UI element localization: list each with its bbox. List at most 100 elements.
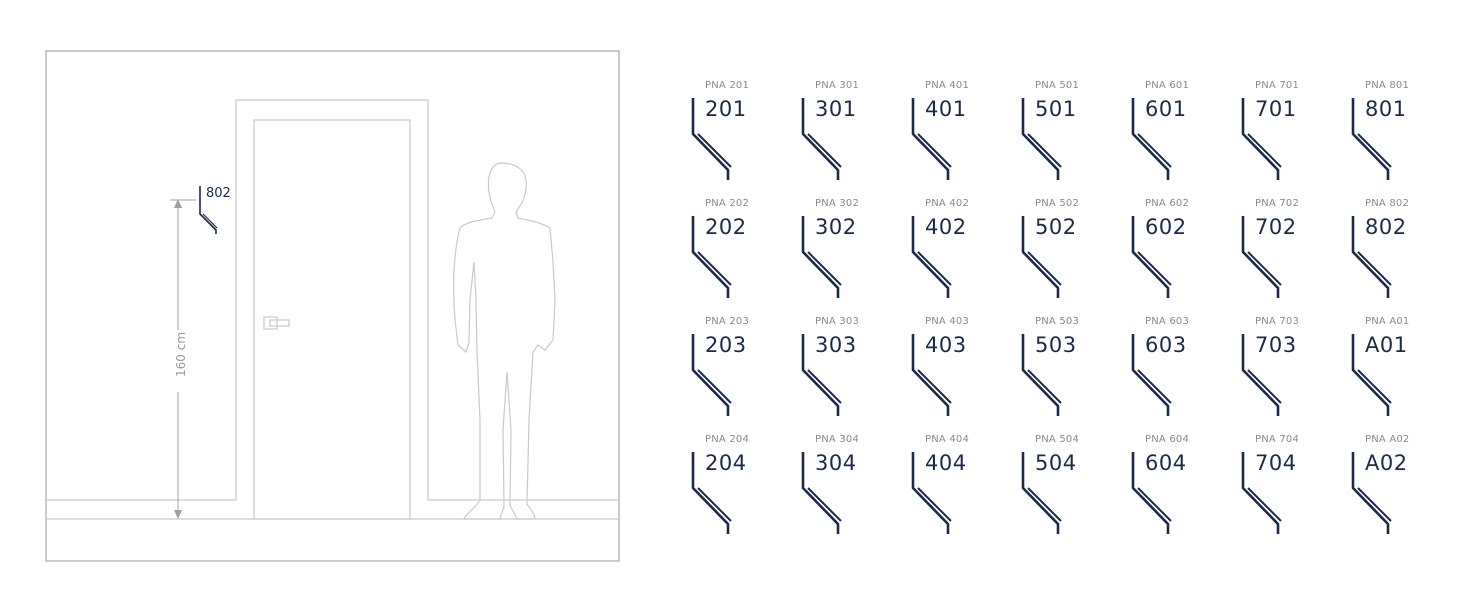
sign-profile-icon xyxy=(911,216,952,298)
sign-item: PNA 202 202 xyxy=(691,198,781,310)
sign-product-code: PNA 201 xyxy=(705,80,750,91)
sign-profile-icon xyxy=(691,452,732,534)
sign-profile-icon xyxy=(1131,216,1172,298)
sign-profile-icon xyxy=(691,216,732,298)
sign-item: PNA 401 401 xyxy=(911,80,1001,192)
sign-number: 801 xyxy=(1365,97,1407,121)
sign-item: PNA 502 502 xyxy=(1021,198,1111,310)
sign-number: 501 xyxy=(1035,97,1077,121)
sign-number: 201 xyxy=(705,97,747,121)
sign-item: PNA 404 404 xyxy=(911,434,1001,546)
sign-number: 504 xyxy=(1035,451,1077,475)
sign-item: PNA 703 703 xyxy=(1241,316,1331,428)
sign-profile-icon xyxy=(801,216,842,298)
sign-number: 403 xyxy=(925,333,967,357)
sign-number: 702 xyxy=(1255,215,1297,239)
sign-number: 402 xyxy=(925,215,967,239)
sign-profile-icon xyxy=(1021,98,1062,180)
sign-profile-icon xyxy=(1351,216,1392,298)
sign-product-code: PNA A02 xyxy=(1365,434,1410,445)
sign-item: PNA 602 602 xyxy=(1131,198,1221,310)
sign-item: PNA 304 304 xyxy=(801,434,891,546)
sign-product-code: PNA 502 xyxy=(1035,198,1080,209)
sign-number: 304 xyxy=(815,451,857,475)
sign-number: 602 xyxy=(1145,215,1187,239)
sign-item: PNA 503 503 xyxy=(1021,316,1111,428)
sign-product-code: PNA 603 xyxy=(1145,316,1190,327)
sign-item: PNA 204 204 xyxy=(691,434,781,546)
sign-number: 301 xyxy=(815,97,857,121)
sign-profile-icon xyxy=(1021,216,1062,298)
sign-profile-icon xyxy=(1241,452,1282,534)
sign-profile-icon xyxy=(1131,334,1172,416)
sign-number: 703 xyxy=(1255,333,1297,357)
sign-product-code: PNA 402 xyxy=(925,198,970,209)
sign-item: PNA 702 702 xyxy=(1241,198,1331,310)
sign-profile-icon xyxy=(911,98,952,180)
sign-profile-icon xyxy=(1021,334,1062,416)
sign-product-code: PNA 703 xyxy=(1255,316,1300,327)
sign-item: PNA 701 701 xyxy=(1241,80,1331,192)
sign-product-code: PNA 404 xyxy=(925,434,970,445)
sign-item: PNA 201 201 xyxy=(691,80,781,192)
sign-catalogue-grid: PNA 201 201 PNA 301 301 PNA 401 401 PNA 501 501… xyxy=(0,0,1482,599)
sign-profile-icon xyxy=(1241,216,1282,298)
sign-product-code: PNA A01 xyxy=(1365,316,1410,327)
sign-item: PNA 302 302 xyxy=(801,198,891,310)
sign-number: 704 xyxy=(1255,451,1297,475)
sign-item: PNA A01 A01 xyxy=(1351,316,1441,428)
sign-number: A02 xyxy=(1365,451,1408,475)
sign-product-code: PNA 602 xyxy=(1145,198,1190,209)
sign-profile-icon xyxy=(911,334,952,416)
sign-product-code: PNA 303 xyxy=(815,316,860,327)
sign-profile-icon xyxy=(801,98,842,180)
sign-number: 204 xyxy=(705,451,747,475)
sign-product-code: PNA 401 xyxy=(925,80,970,91)
sign-product-code: PNA 204 xyxy=(705,434,750,445)
sign-item: PNA 802 802 xyxy=(1351,198,1441,310)
sign-number: 601 xyxy=(1145,97,1187,121)
sign-number: 401 xyxy=(925,97,967,121)
sign-product-code: PNA 403 xyxy=(925,316,970,327)
sign-product-code: PNA 301 xyxy=(815,80,860,91)
sign-number: 202 xyxy=(705,215,747,239)
sign-item: PNA A02 A02 xyxy=(1351,434,1441,546)
sign-item: PNA 402 402 xyxy=(911,198,1001,310)
sign-item: PNA 403 403 xyxy=(911,316,1001,428)
sign-profile-icon xyxy=(1351,98,1392,180)
sign-product-code: PNA 203 xyxy=(705,316,750,327)
sign-product-code: PNA 604 xyxy=(1145,434,1190,445)
sign-item: PNA 301 301 xyxy=(801,80,891,192)
sign-product-code: PNA 302 xyxy=(815,198,860,209)
sign-product-code: PNA 504 xyxy=(1035,434,1080,445)
sign-profile-icon xyxy=(1021,452,1062,534)
sign-profile-icon xyxy=(1241,334,1282,416)
sign-product-code: PNA 501 xyxy=(1035,80,1080,91)
sign-product-code: PNA 702 xyxy=(1255,198,1300,209)
sign-number: 203 xyxy=(705,333,747,357)
sign-product-code: PNA 701 xyxy=(1255,80,1300,91)
sign-product-code: PNA 704 xyxy=(1255,434,1300,445)
sign-number: 302 xyxy=(815,215,857,239)
sign-product-code: PNA 202 xyxy=(705,198,750,209)
sign-item: PNA 303 303 xyxy=(801,316,891,428)
sign-item: PNA 603 603 xyxy=(1131,316,1221,428)
sign-item: PNA 504 504 xyxy=(1021,434,1111,546)
sign-product-code: PNA 503 xyxy=(1035,316,1080,327)
sign-profile-icon xyxy=(1131,452,1172,534)
sign-number: 303 xyxy=(815,333,857,357)
sign-number: 503 xyxy=(1035,333,1077,357)
sign-number: A01 xyxy=(1365,333,1408,357)
sign-item: PNA 801 801 xyxy=(1351,80,1441,192)
sign-product-code: PNA 801 xyxy=(1365,80,1410,91)
sign-profile-icon xyxy=(1241,98,1282,180)
sign-profile-icon xyxy=(911,452,952,534)
sign-number: 701 xyxy=(1255,97,1297,121)
sign-number: 604 xyxy=(1145,451,1187,475)
sign-item: PNA 601 601 xyxy=(1131,80,1221,192)
sign-item: PNA 604 604 xyxy=(1131,434,1221,546)
sign-profile-icon xyxy=(801,334,842,416)
sign-number: 802 xyxy=(1365,215,1407,239)
sign-product-code: PNA 304 xyxy=(815,434,860,445)
sign-item: PNA 704 704 xyxy=(1241,434,1331,546)
